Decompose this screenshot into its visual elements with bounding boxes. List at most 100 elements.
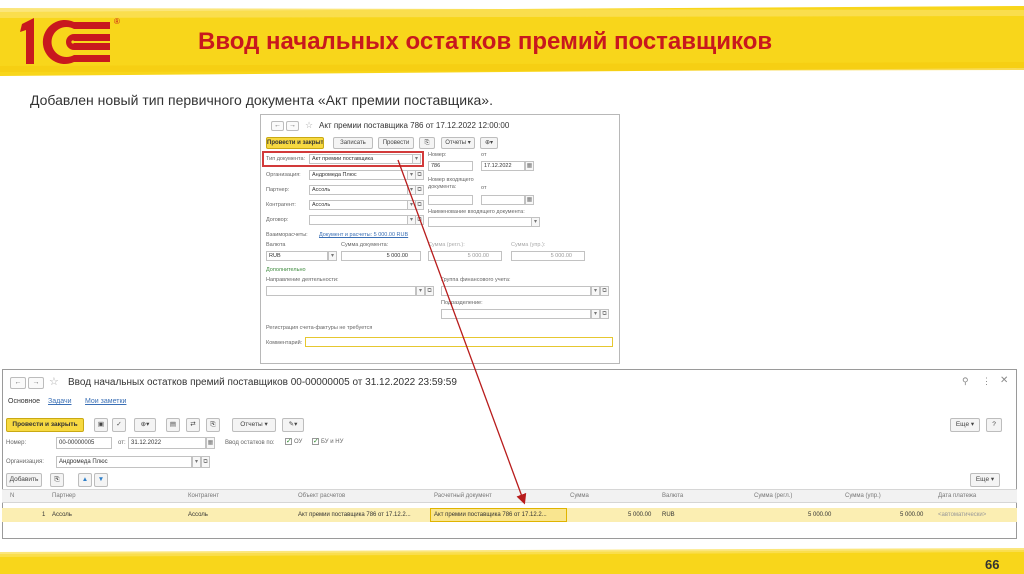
partner-field[interactable]: Ассоль (309, 185, 409, 195)
checkmark-icon[interactable]: ✓ (285, 438, 292, 445)
calendar-icon[interactable]: ▦ (525, 161, 534, 171)
tools-icon[interactable]: ✎▾ (282, 418, 304, 432)
col-sum-upr: Сумма (упр.) (845, 493, 881, 499)
print-icon[interactable]: ▤ (166, 418, 180, 432)
org-open-icon[interactable]: ⧉ (415, 170, 424, 180)
create-based-icon[interactable]: ⊕▾ (480, 137, 498, 149)
save-icon[interactable]: ▣ (94, 418, 108, 432)
currency-dropdown-icon[interactable]: ▾ (328, 251, 337, 261)
settlements-label: Взаиморасчеты: (266, 232, 308, 238)
contract-field[interactable] (309, 215, 409, 225)
number-field[interactable]: 786 (428, 161, 473, 171)
org-field[interactable]: Андромеда Плюс (56, 456, 192, 468)
contract-open-icon[interactable]: ⧉ (415, 215, 424, 225)
checkmark-icon[interactable]: ✓ (312, 438, 319, 445)
favorite-star-icon[interactable]: ☆ (49, 375, 59, 388)
sum-reg-field[interactable]: 5 000.00 (428, 251, 502, 261)
additional-label: Дополнительно (266, 267, 306, 273)
org-dropdown-icon[interactable]: ▾ (192, 456, 201, 468)
fin-group-open-icon[interactable]: ⧉ (600, 286, 609, 296)
division-label: Подразделение: (441, 300, 483, 306)
incoming-calendar-icon[interactable]: ▦ (525, 195, 534, 205)
sum-upr-field[interactable]: 5 000.00 (511, 251, 585, 261)
save-button[interactable]: Записать (333, 137, 373, 149)
cell-settlement-object: Акт премии поставщика 786 от 17.12.2... (298, 512, 411, 518)
move-up-icon[interactable]: ▲ (78, 473, 92, 487)
post-close-button[interactable]: Провести и закрыть (266, 137, 324, 149)
activity-field[interactable] (266, 286, 416, 296)
post-button[interactable]: Провести (378, 137, 414, 149)
cell-currency: RUB (662, 512, 675, 518)
attach-icon[interactable]: ⎘ (206, 418, 220, 432)
table-row[interactable]: 1 Ассоль Ассоль Акт премии поставщика 78… (2, 508, 1017, 522)
more-button[interactable]: Еще ▾ (950, 418, 980, 432)
currency-field[interactable]: RUB (266, 251, 328, 261)
fin-group-field[interactable] (441, 286, 591, 296)
bu-nu-checkbox[interactable]: ✓ БУ и НУ (312, 438, 343, 445)
create-based-icon[interactable]: ⊕▾ (134, 418, 156, 432)
incoming-number-field[interactable] (428, 195, 473, 205)
division-field[interactable] (441, 309, 591, 319)
close-icon[interactable]: ✕ (1000, 375, 1008, 386)
help-button[interactable]: ? (986, 418, 1002, 432)
incoming-name-field[interactable] (428, 217, 532, 227)
tab-main[interactable]: Основное (8, 398, 40, 405)
table-more-button[interactable]: Еще ▾ (970, 473, 1000, 487)
post-icon[interactable]: ✓ (112, 418, 126, 432)
division-dropdown-icon[interactable]: ▾ (591, 309, 600, 319)
doc-type-dropdown-icon[interactable]: ▾ (412, 154, 421, 164)
move-down-icon[interactable]: ▼ (94, 473, 108, 487)
activity-open-icon[interactable]: ⧉ (425, 286, 434, 296)
doc-sum-field[interactable]: 5 000.00 (341, 251, 421, 261)
col-contractor: Контрагент (188, 493, 220, 499)
contractor-label: Контрагент: (266, 202, 296, 208)
number-field[interactable]: 00-00000005 (56, 437, 112, 449)
from-label: от (481, 152, 487, 158)
contractor-open-icon[interactable]: ⧉ (415, 200, 424, 210)
forward-arrow-icon[interactable]: → (286, 121, 299, 131)
attach-icon[interactable]: ⎘ (419, 137, 435, 149)
footer-band (0, 548, 1024, 574)
date-field[interactable]: 31.12.2022 (128, 437, 206, 449)
cell-sum-reg: 5 000.00 (808, 512, 832, 518)
add-button[interactable]: Добавить (6, 473, 42, 487)
incoming-name-dropdown-icon[interactable]: ▾ (531, 217, 540, 227)
partner-open-icon[interactable]: ⧉ (415, 185, 424, 195)
window-title: Акт премии поставщика 786 от 17.12.2022 … (319, 121, 510, 130)
favorite-star-icon[interactable]: ☆ (305, 120, 313, 131)
ou-checkbox[interactable]: ✓ ОУ (285, 438, 302, 445)
comment-field[interactable] (305, 337, 613, 347)
reports-button[interactable]: Отчеты ▾ (232, 418, 276, 432)
input-by-label: Ввод остатков по: (225, 440, 275, 446)
more-vert-icon[interactable]: ⋮ (982, 376, 991, 387)
settlements-link[interactable]: Документ и расчеты: 5 000.00 RUB (319, 232, 408, 238)
svg-text:®: ® (114, 17, 120, 26)
fin-group-dropdown-icon[interactable]: ▾ (591, 286, 600, 296)
doc-type-field[interactable]: Акт премии поставщика (309, 154, 413, 164)
org-open-icon[interactable]: ⧉ (201, 456, 210, 468)
copy-icon[interactable]: ⎘ (50, 473, 64, 487)
from-label: от: (118, 440, 126, 446)
cell-settlement-doc: Акт премии поставщика 786 от 17.12.2... (434, 512, 547, 518)
contractor-field[interactable]: Ассоль (309, 200, 409, 210)
org-field[interactable]: Андромеда Плюс (309, 170, 409, 180)
date-field[interactable]: 17.12.2022 (481, 161, 525, 171)
doc-sum-label: Сумма документа: (341, 242, 389, 248)
reports-button[interactable]: Отчеты ▾ (441, 137, 475, 149)
org-label: Организация: (266, 172, 301, 178)
comment-label: Комментарий: (266, 340, 303, 346)
incoming-date-field[interactable] (481, 195, 525, 205)
calendar-icon[interactable]: ▦ (206, 437, 215, 449)
slide-subtitle: Добавлен новый тип первичного документа … (30, 92, 493, 108)
tab-tasks[interactable]: Задачи (48, 398, 72, 405)
division-open-icon[interactable]: ⧉ (600, 309, 609, 319)
back-arrow-icon[interactable]: ← (10, 377, 26, 389)
tab-notes[interactable]: Мои заметки (85, 398, 126, 405)
post-close-button[interactable]: Провести и закрыть (6, 418, 84, 432)
link-icon[interactable]: ⚲ (962, 376, 969, 387)
back-arrow-icon[interactable]: ← (271, 121, 284, 131)
activity-dropdown-icon[interactable]: ▾ (416, 286, 425, 296)
structure-icon[interactable]: ⇄ (186, 418, 200, 432)
forward-arrow-icon[interactable]: → (28, 377, 44, 389)
org-label: Организация: (6, 459, 44, 465)
